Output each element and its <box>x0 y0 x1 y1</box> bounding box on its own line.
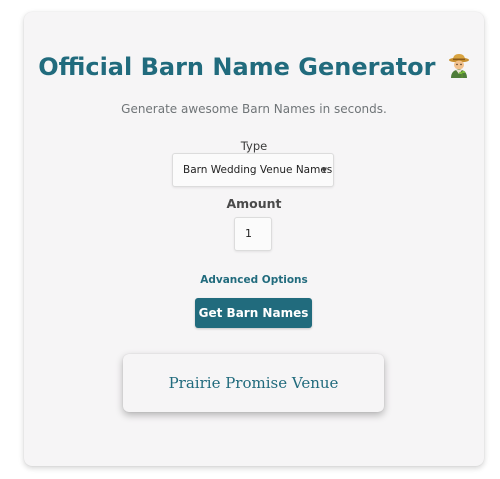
page-title: Official Barn Name Generator <box>24 53 484 81</box>
type-select-value: Barn Wedding Venue Names <box>183 164 333 176</box>
amount-label: Amount <box>226 196 282 211</box>
amount-input[interactable]: 1 <box>234 217 272 251</box>
advanced-options-row: Advanced Options <box>24 274 484 286</box>
dropdown-arrow-icon: ▼ <box>321 166 327 174</box>
get-barn-names-button[interactable]: Get Barn Names <box>195 298 312 328</box>
page-subtitle: Generate awesome Barn Names in seconds. <box>121 102 387 116</box>
type-select[interactable]: Barn Wedding Venue Names ▼ <box>172 153 334 187</box>
type-label: Type <box>240 139 268 153</box>
result-card: Prairie Promise Venue <box>123 354 384 412</box>
page-title-text: Official Barn Name Generator <box>38 53 436 81</box>
advanced-options-link[interactable]: Advanced Options <box>200 274 308 286</box>
generator-card: Official Barn Name Generator Generate aw… <box>24 12 484 466</box>
farmer-icon <box>448 54 470 78</box>
